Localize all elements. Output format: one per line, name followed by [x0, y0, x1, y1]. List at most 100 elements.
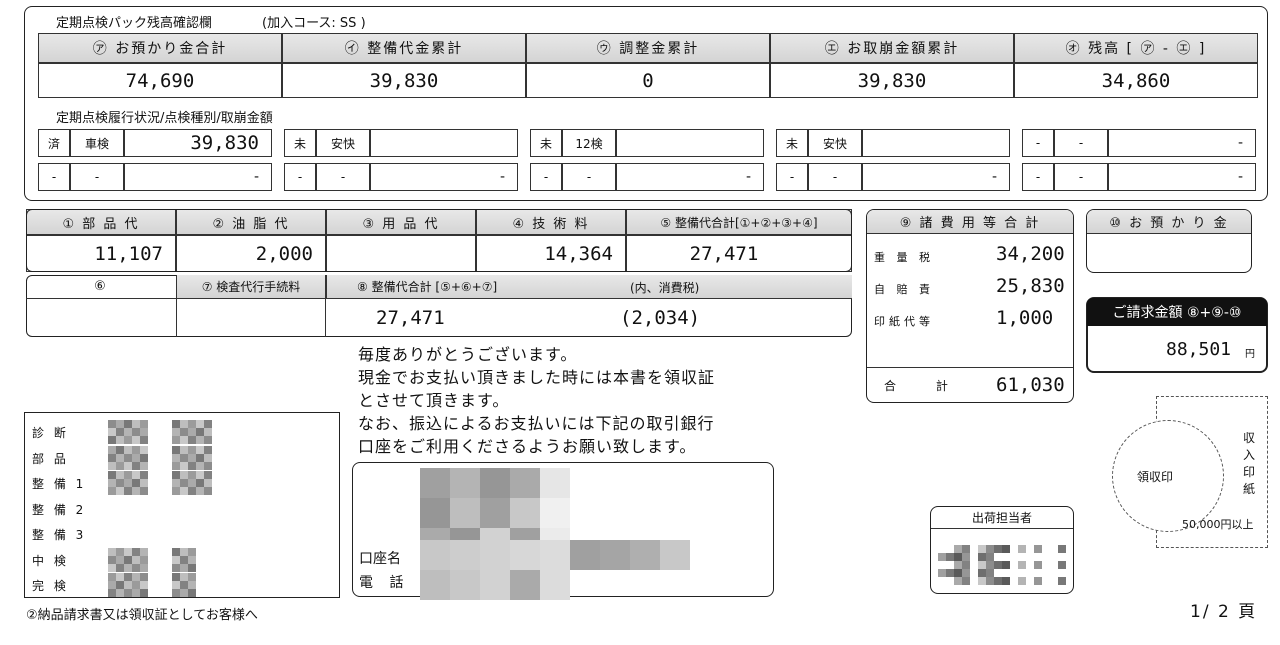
balance-title: 定期点検パック残高確認欄	[56, 16, 213, 31]
thank-you-message: 毎度ありがとうございます。現金でお支払い頂きました時には本書を領収証 とさせて頂き…	[358, 343, 715, 458]
history-row2-4-type: -	[808, 163, 862, 191]
balance-value-4: 39,830	[770, 63, 1014, 98]
history-row1-2-status: 未	[284, 129, 316, 157]
fee-label-3: 印紙代等	[874, 315, 934, 328]
fees-divider	[867, 367, 1073, 368]
staff-name-mosaic-7	[108, 573, 148, 597]
history-row1-3-status: 未	[530, 129, 562, 157]
bank-phone-mosaic	[420, 570, 570, 600]
history-row2-3-type: -	[562, 163, 616, 191]
staff-name-mosaic-3	[108, 471, 148, 495]
staff-name-mosaic-b-6	[172, 547, 196, 572]
history-row2-5-amount: -	[1108, 163, 1256, 191]
seal-label: 領収印	[1137, 470, 1174, 484]
value-8: 27,471	[376, 307, 445, 329]
staff-label-3: 整 備 1	[32, 477, 87, 491]
history-row1-5-status: -	[1022, 129, 1054, 157]
stamp-label: 収入印紙	[1243, 431, 1256, 496]
history-row1-3-amount	[616, 129, 764, 157]
billing-unit: 円	[1245, 349, 1255, 360]
history-row2-2-amount: -	[370, 163, 518, 191]
balance-header-1: ㋐ お預かり金合計	[38, 33, 282, 63]
staff-name-mosaic-b-2	[172, 445, 212, 470]
history-row1-4-status: 未	[776, 129, 808, 157]
message-line-1: 毎度ありがとうございます。	[358, 345, 578, 364]
fee-label-2: 自 賠 責	[874, 283, 934, 296]
history-row2-1-amount: -	[124, 163, 272, 191]
balance-header-3: ㋒ 調整金累計	[526, 33, 770, 63]
history-row2-1-type: -	[70, 163, 124, 191]
history-row2-2-type: -	[316, 163, 370, 191]
history-row1-4-amount	[862, 129, 1010, 157]
staff-name-mosaic-6	[108, 547, 148, 572]
value-6	[26, 299, 176, 337]
fee-value-1: 34,200	[996, 243, 1065, 265]
bank-phone-label: 電 話	[359, 575, 410, 591]
history-row2-3-amount: -	[616, 163, 764, 191]
history-row2-2-status: -	[284, 163, 316, 191]
history-row1-1-status: 済	[38, 129, 70, 157]
header-7: ⑦ 検査代行手続料	[176, 275, 326, 299]
bank-account-mosaic	[420, 540, 690, 570]
header-6: ⑥	[26, 275, 176, 299]
page-number: 1/ 2 頁	[1190, 602, 1258, 622]
fee-value-3: 1,000	[996, 307, 1054, 329]
message-line-3: とさせて頂きます。	[358, 391, 510, 410]
staff-label-7: 完 検	[32, 579, 69, 593]
staff-label-4: 整 備 2	[32, 502, 87, 517]
stamp-note: 50,000円以上	[1182, 518, 1254, 531]
history-row2-5-status: -	[1022, 163, 1054, 191]
bank-account-label: 口座名	[359, 551, 401, 567]
fee-value-2: 25,830	[996, 275, 1065, 297]
balance-header-2: ㋑ 整備代金累計	[282, 33, 526, 63]
value-tax: (2,034)	[620, 307, 701, 329]
history-row2-5-type: -	[1054, 163, 1108, 191]
staff-name-mosaic-b-3	[172, 471, 212, 495]
message-line-5: 口座をご利用くださるようお願い致します。	[358, 437, 697, 456]
fees-total-label: 合 計	[884, 379, 966, 393]
staff-name-mosaic-1	[108, 420, 148, 444]
history-row2-4-status: -	[776, 163, 808, 191]
history-row1-4-type: 安快	[808, 129, 862, 157]
deposit-title: ⑩ お 預 か り 金	[1087, 210, 1251, 234]
staff-name-mosaic-b-7	[172, 573, 196, 597]
fee-label-1: 重 量 税	[874, 251, 934, 264]
message-line-4: なお、振込によるお支払いには下記の取引銀行	[358, 414, 715, 433]
staff-name-mosaic-b-1	[172, 420, 212, 444]
balance-value-2: 39,830	[282, 63, 526, 98]
balance-value-5: 34,860	[1014, 63, 1258, 98]
history-row1-3-type: 12検	[562, 129, 616, 157]
staff-label-6: 中 検	[32, 553, 69, 568]
value-7	[176, 299, 326, 337]
signature-mosaic	[938, 545, 1066, 585]
history-row2-3-status: -	[530, 163, 562, 191]
fees-total-value: 61,030	[996, 374, 1065, 396]
charges-frame-1	[26, 209, 852, 272]
history-row1-1-type: 車検	[70, 129, 124, 157]
history-row2-1-status: -	[38, 163, 70, 191]
history-row1-2-type: 安快	[316, 129, 370, 157]
history-row1-1-amount: 39,830	[124, 129, 272, 157]
balance-value-3: 0	[526, 63, 770, 98]
staff-label-5: 整 備 3	[32, 528, 87, 542]
staff-label-1: 診 断	[32, 426, 69, 440]
billing-title: ご請求金額 ⑧+⑨-⑩	[1087, 298, 1267, 326]
billing-amount: 88,501	[1166, 339, 1232, 360]
course-label: (加入コース: SS )	[262, 16, 366, 31]
balance-header-5: ㋔ 残高 [ ㋐ - ㋓ ]	[1014, 33, 1258, 63]
footer-copy-label: ②納品請求書又は領収証としてお客様へ	[26, 608, 258, 623]
message-line-2: 現金でお支払い頂きました時には本書を領収証	[358, 368, 716, 387]
history-row1-2-amount	[370, 129, 518, 157]
history-row1-5-amount: -	[1108, 129, 1256, 157]
header-tax: (内、消費税)	[630, 281, 700, 295]
staff-name-mosaic-2	[108, 445, 148, 470]
history-row2-4-amount: -	[862, 163, 1010, 191]
staff-label-2: 部 品	[32, 451, 69, 466]
fees-title: ⑨ 諸 費 用 等 合 計	[867, 210, 1073, 234]
balance-header-4: ㋓ お取崩金額累計	[770, 33, 1014, 63]
history-row1-5-type: -	[1054, 129, 1108, 157]
shipping-title: 出荷担当者	[931, 507, 1073, 529]
history-title: 定期点検履行状況/点検種別/取崩金額	[56, 111, 273, 126]
header-8: ⑧ 整備代合計 [⑤+⑥+⑦]	[326, 275, 852, 299]
balance-value-1: 74,690	[38, 63, 282, 98]
